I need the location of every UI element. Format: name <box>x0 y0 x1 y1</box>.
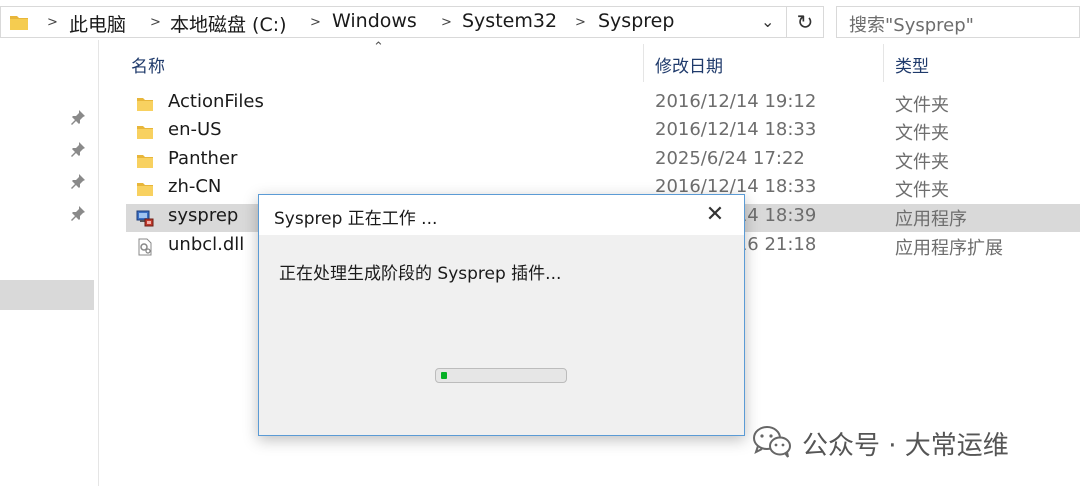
pin-icon[interactable] <box>70 173 86 189</box>
folder-icon <box>137 155 153 168</box>
column-header-name[interactable]: 名称 <box>131 52 165 77</box>
column-divider[interactable] <box>883 44 884 82</box>
close-icon[interactable]: ✕ <box>697 199 733 231</box>
sysprep-app-icon <box>136 210 154 227</box>
file-name: en-US <box>168 119 222 140</box>
progress-fill <box>441 372 447 379</box>
folder-icon <box>137 126 153 139</box>
file-date: 2016/12/14 19:12 <box>655 91 817 112</box>
file-type: 文件夹 <box>895 95 949 116</box>
search-placeholder: 搜索"Sysprep" <box>849 15 974 36</box>
file-type: 文件夹 <box>895 152 949 173</box>
chevron-right-icon[interactable]: > <box>310 15 321 30</box>
file-row[interactable]: en-US 2016/12/14 18:33 文件夹 <box>126 118 1080 146</box>
refresh-icon[interactable]: ↻ <box>786 7 823 37</box>
column-header-type[interactable]: 类型 <box>895 52 929 77</box>
progress-bar <box>435 368 567 383</box>
chevron-down-icon[interactable]: ⌄ <box>761 12 774 31</box>
dialog-title: Sysprep 正在工作 ... <box>274 209 438 229</box>
file-type: 文件夹 <box>895 180 949 201</box>
navigation-pane[interactable] <box>0 40 99 486</box>
chevron-right-icon[interactable]: > <box>47 15 58 30</box>
file-type: 应用程序扩展 <box>895 238 1003 259</box>
pin-icon[interactable] <box>70 109 86 125</box>
breadcrumb-this-pc[interactable]: 此电脑 <box>69 10 126 37</box>
file-name: unbcl.dll <box>168 234 245 255</box>
nav-selected-item[interactable] <box>0 280 94 310</box>
file-type: 应用程序 <box>895 209 967 230</box>
watermark-text: 公众号 · 大常运维 <box>802 431 1009 461</box>
address-bar[interactable]: > 此电脑 > 本地磁盘 (C:) > Windows > System32 >… <box>0 6 824 38</box>
file-row[interactable]: ActionFiles 2016/12/14 19:12 文件夹 <box>126 90 1080 118</box>
breadcrumb-windows[interactable]: Windows <box>332 10 417 32</box>
sort-ascending-icon: ⌃ <box>373 40 384 55</box>
file-name: Panther <box>168 148 238 169</box>
sysprep-dialog[interactable]: Sysprep 正在工作 ... ✕ 正在处理生成阶段的 Sysprep 插件.… <box>258 194 745 436</box>
dialog-message: 正在处理生成阶段的 Sysprep 插件... <box>279 264 562 284</box>
file-name: sysprep <box>168 205 239 226</box>
chevron-right-icon[interactable]: > <box>150 15 161 30</box>
breadcrumb-c-drive[interactable]: 本地磁盘 (C:) <box>170 10 287 37</box>
dll-file-icon <box>138 238 152 256</box>
file-date: 2025/6/24 17:22 <box>655 148 805 169</box>
file-name: ActionFiles <box>168 91 264 112</box>
file-type: 文件夹 <box>895 123 949 144</box>
pin-icon[interactable] <box>70 205 86 221</box>
breadcrumb-sysprep[interactable]: Sysprep <box>598 10 674 32</box>
folder-icon <box>137 183 153 196</box>
chevron-right-icon[interactable]: > <box>575 15 586 30</box>
file-date: 2016/12/14 18:33 <box>655 119 817 140</box>
folder-icon <box>137 98 153 111</box>
column-divider[interactable] <box>643 44 644 82</box>
file-name: zh-CN <box>168 176 222 197</box>
dialog-titlebar[interactable]: Sysprep 正在工作 ... ✕ <box>259 195 744 235</box>
chevron-right-icon[interactable]: > <box>441 15 452 30</box>
wechat-logo-icon <box>753 426 791 458</box>
folder-icon <box>10 16 28 30</box>
breadcrumb-system32[interactable]: System32 <box>462 10 557 32</box>
column-header-date[interactable]: 修改日期 <box>655 52 723 77</box>
file-row[interactable]: Panther 2025/6/24 17:22 文件夹 <box>126 147 1080 175</box>
search-input[interactable]: 搜索"Sysprep" <box>836 6 1080 38</box>
pin-icon[interactable] <box>70 141 86 157</box>
